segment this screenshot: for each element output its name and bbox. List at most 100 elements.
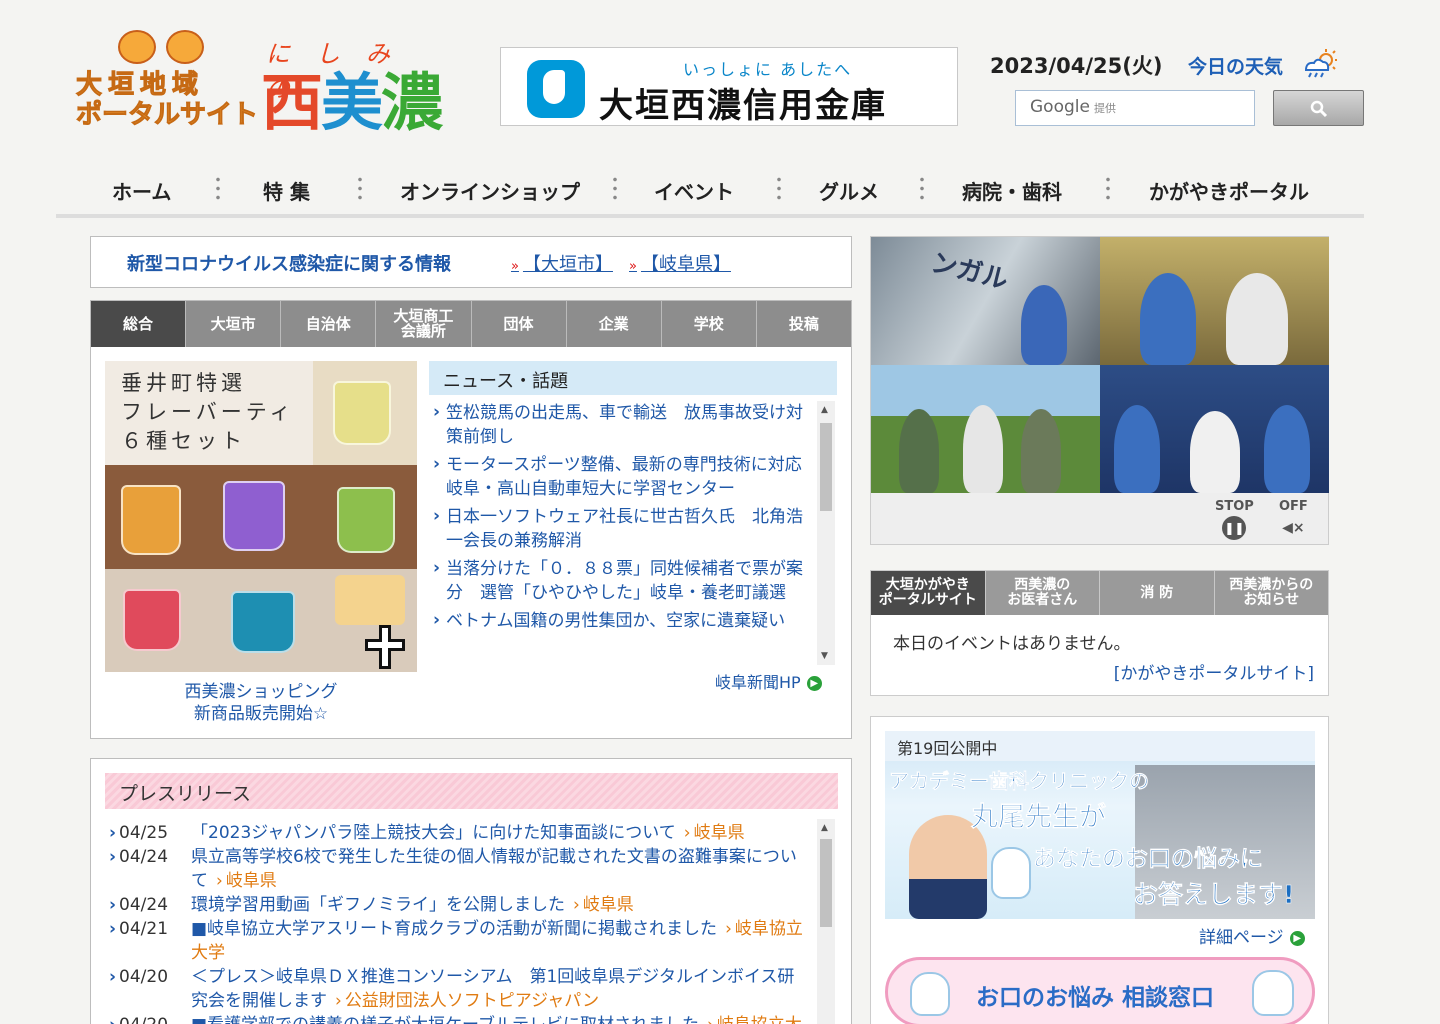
news-item[interactable]: ベトナム国籍の男性集団か、空家に遺棄疑い (433, 608, 805, 633)
news-item[interactable]: 日本一ソフトウェア社長に世古哲久氏 北角浩一会長の兼務解消 (433, 504, 805, 553)
site-logo[interactable]: 大垣地域 ポータルサイト にしみの 西美濃 (75, 30, 451, 140)
nav-separator (920, 175, 924, 201)
news-tabs: 総合 大垣市 自治体 大垣商工 会議所 団体 企業 学校 投稿 (91, 301, 851, 347)
press-item[interactable]: 04/24環境学習用動画「ギフノミライ」を公開しました岐阜県 (109, 893, 803, 917)
arrow-icon: » (511, 259, 519, 274)
press-item[interactable]: 04/20■看護学部での講義の様子が大垣ケーブルテレビに取材されました岐阜協立大… (109, 1013, 803, 1024)
tab-post[interactable]: 投稿 (757, 301, 851, 347)
tab-organization[interactable]: 団体 (472, 301, 567, 347)
person-figure (899, 409, 939, 493)
nav-separator (216, 175, 220, 201)
mascot-icon (166, 30, 204, 64)
photo-slideshow[interactable]: ンガル STOP ❚❚ OFF ◀× (870, 236, 1329, 545)
news-scrollbar[interactable]: ▲ ▼ (817, 401, 835, 665)
event-message: 本日のイベントはありません。 (893, 634, 1131, 654)
search-input[interactable]: Google 提供 (1015, 90, 1255, 126)
kagayaki-link[interactable]: [かがやきポータルサイト] (1114, 659, 1314, 684)
news-panel: 総合 大垣市 自治体 大垣商工 会議所 団体 企業 学校 投稿 垂井町特選 フレ… (90, 300, 852, 739)
arrow-icon: » (629, 259, 637, 274)
tab-school[interactable]: 学校 (662, 301, 757, 347)
scroll-thumb[interactable] (820, 423, 832, 511)
news-item[interactable]: 当落分けた「０．８８票」同姓候補者で票が案分 選管「ひやひやした」岐阜・養老町議… (433, 556, 805, 605)
news-item[interactable]: 笠松競馬の出走馬、車で輸送 放馬事故受け対策前倒し (433, 401, 805, 449)
nav-gourmet[interactable]: グルメ (819, 176, 879, 205)
news-item[interactable]: モータースポーツ整備、最新の専門技術に対応 岐阜・高山自動車短大に学習センター (433, 452, 805, 501)
news-heading: ニュース・話題 (429, 361, 837, 395)
tab-kagayaki-portal[interactable]: 大垣かがやき ポータルサイト (871, 571, 986, 615)
nav-online-shop[interactable]: オンラインショップ (400, 176, 580, 205)
detail-page-link[interactable]: 詳細ページ ▶ (1199, 923, 1305, 948)
press-scrollbar[interactable]: ▲ (817, 819, 835, 1024)
person-figure (1114, 405, 1160, 493)
press-panel: プレスリリース 04/25「2023ジャパンパラ陸上競技大会」に向けた知事面談に… (90, 758, 852, 1024)
tab-municipality[interactable]: 自治体 (281, 301, 377, 347)
dental-ad[interactable]: 第19回公開中 アカデミー歯科クリニックの 丸尾先生が あなたのお口の悩みに お… (885, 731, 1315, 919)
cake-image (335, 575, 405, 625)
nav-kagayaki[interactable]: かがやきポータル (1149, 176, 1309, 205)
scroll-up-icon[interactable]: ▲ (821, 823, 828, 833)
weather-icon[interactable] (1302, 48, 1338, 78)
dental-episode: 第19回公開中 (885, 731, 1315, 761)
dental-line: 丸尾先生が (971, 802, 1107, 834)
current-date: 2023/04/25(火) (990, 54, 1163, 78)
search-icon (1310, 100, 1328, 118)
slide-photo (1100, 365, 1329, 493)
person-figure (1190, 411, 1240, 493)
press-list: 04/25「2023ジャパンパラ陸上競技大会」に向けた知事面談について岐阜県 0… (109, 821, 803, 1024)
person-figure (1021, 285, 1067, 365)
promo-caption[interactable]: 西美濃ショッピング 新商品販売開始☆ (105, 681, 417, 725)
corona-link-gifu[interactable]: » 【岐阜県】 (629, 250, 731, 276)
nav-feature[interactable]: 特 集 (263, 176, 310, 205)
tab-general[interactable]: 総合 (91, 301, 187, 347)
nav-separator (1106, 175, 1110, 201)
corona-notice: 新型コロナウイルス感染症に関する情報 » 【大垣市】 » 【岐阜県】 (90, 236, 852, 288)
press-item[interactable]: 04/25「2023ジャパンパラ陸上競技大会」に向けた知事面談について岐阜県 (109, 821, 803, 845)
logo-tagline: 大垣地域 ポータルサイト (75, 70, 259, 131)
tab-notices[interactable]: 西美濃からの お知らせ (1215, 571, 1329, 615)
tab-chamber[interactable]: 大垣商工 会議所 (376, 301, 472, 347)
bank-banner[interactable]: いっしょに あしたへ 大垣西濃信用金庫 (500, 47, 958, 126)
tea-glass (333, 381, 391, 445)
bank-logo-icon (527, 60, 585, 118)
person-figure (1226, 273, 1288, 365)
press-item[interactable]: 04/20＜プレス＞岐阜県ＤＸ推進コンソーシアム 第1回岐阜県デジタルインボイス… (109, 965, 803, 1013)
nav-separator (613, 175, 617, 201)
dental-line: お答えします! (1133, 880, 1295, 910)
tab-doctors[interactable]: 西美濃の お医者さん (986, 571, 1100, 615)
nav-events[interactable]: イベント (654, 176, 734, 205)
banner-title: 大垣西濃信用金庫 (599, 86, 887, 126)
nav-hospital[interactable]: 病院・歯科 (962, 176, 1062, 205)
press-item[interactable]: 04/24県立高等学校6校で発生した生徒の個人情報が記載された文書の盗難事案につ… (109, 845, 803, 893)
slideshow-stop-button[interactable]: STOP ❚❚ (1215, 499, 1254, 540)
mute-icon: ◀× (1282, 520, 1305, 536)
corona-title[interactable]: 新型コロナウイルス感染症に関する情報 (127, 250, 451, 276)
tea-glass (123, 589, 181, 651)
truck-text: ンガル (927, 247, 1011, 296)
event-tabs: 大垣かがやき ポータルサイト 西美濃の お医者さん 消 防 西美濃からの お知ら… (871, 571, 1328, 615)
nav-home[interactable]: ホーム (112, 176, 171, 205)
gifu-news-link[interactable]: 岐阜新聞HP ▶ (715, 669, 822, 693)
scroll-up-icon[interactable]: ▲ (821, 405, 828, 415)
tab-fire-dept[interactable]: 消 防 (1100, 571, 1215, 615)
promo-image[interactable]: 垂井町特選 フレーバーティ ６種セット (105, 361, 417, 672)
main-nav: ホーム 特 集 オンラインショップ イベント グルメ 病院・歯科 かがやきポータ… (56, 160, 1364, 218)
tooth-mascot-icon (910, 972, 950, 1016)
scroll-thumb[interactable] (820, 839, 832, 927)
tea-glass (121, 485, 181, 555)
consult-banner[interactable]: お口のお悩み 相談窓口 (885, 957, 1315, 1024)
slide-photo (1100, 237, 1329, 365)
tab-ogaki[interactable]: 大垣市 (186, 301, 282, 347)
logo-title: 西美濃 (261, 66, 443, 139)
weather-link[interactable]: 今日の天気 (1188, 52, 1283, 79)
slideshow-sound-button[interactable]: OFF ◀× (1279, 499, 1308, 540)
banner-subtitle: いっしょに あしたへ (683, 60, 853, 79)
person-figure (1021, 409, 1061, 493)
scroll-down-icon[interactable]: ▼ (821, 651, 828, 661)
dental-line: あなたのお口の悩みに (1033, 846, 1264, 873)
corona-link-ogaki[interactable]: » 【大垣市】 (511, 250, 613, 276)
tooth-mascot-icon (1252, 970, 1294, 1016)
press-item[interactable]: 04/21■岐阜協立大学アスリート育成クラブの活動が新聞に掲載されました岐阜協立… (109, 917, 803, 965)
person-figure (1264, 405, 1310, 493)
search-button[interactable] (1273, 90, 1364, 126)
tab-company[interactable]: 企業 (567, 301, 662, 347)
